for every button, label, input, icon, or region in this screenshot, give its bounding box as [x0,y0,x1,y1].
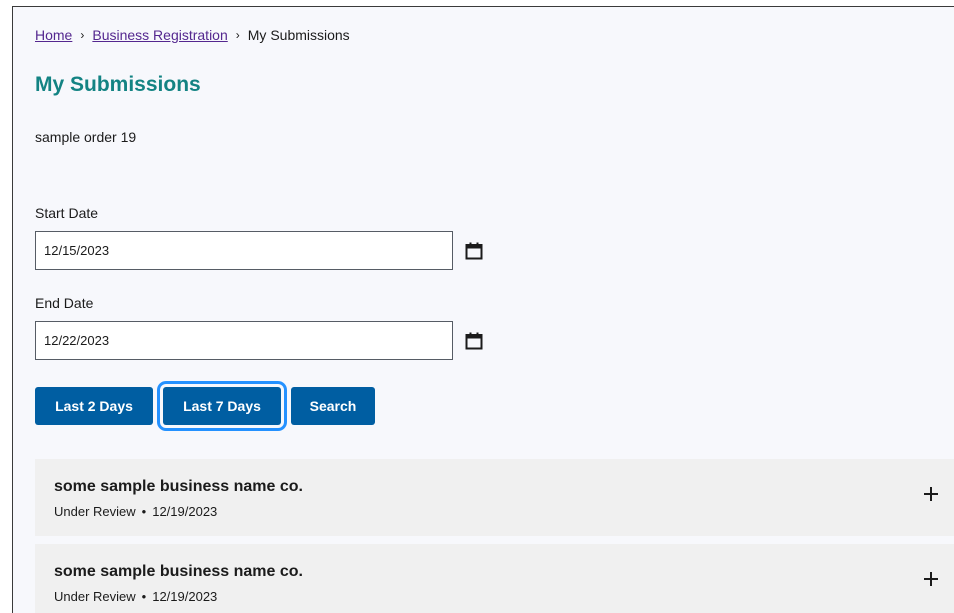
last-7-days-button[interactable]: Last 7 Days [157,381,287,431]
submission-status: Under Review [54,589,136,604]
submission-status: Under Review [54,504,136,519]
start-date-label: Start Date [35,205,99,221]
submission-date: 12/19/2023 [152,589,218,604]
breadcrumb-business-registration-link[interactable]: Business Registration [92,27,227,43]
last-2-days-button[interactable]: Last 2 Days [35,387,153,425]
page-title: My Submissions [35,73,201,96]
plus-icon[interactable] [922,570,940,588]
calendar-icon[interactable] [465,242,483,260]
plus-icon[interactable] [922,485,940,503]
calendar-icon[interactable] [465,332,483,350]
breadcrumb-home-link[interactable]: Home [35,27,72,43]
search-button[interactable]: Search [291,387,375,425]
breadcrumb-separator: › [235,28,240,42]
meta-separator: • [141,589,147,604]
submission-meta: Under Review • 12/19/2023 [54,589,217,604]
end-date-label: End Date [35,295,94,311]
submission-meta: Under Review • 12/19/2023 [54,504,217,519]
submission-business-name: some sample business name co. [54,478,303,495]
breadcrumb-separator: › [80,28,85,42]
breadcrumb-current: My Submissions [247,27,350,43]
submission-accordion-item[interactable]: some sample business name co. Under Revi… [35,459,954,536]
breadcrumb: Home › Business Registration › My Submis… [35,27,350,43]
submission-accordion-item[interactable]: some sample business name co. Under Revi… [35,544,954,613]
start-date-input[interactable] [35,231,453,270]
page-frame: Home › Business Registration › My Submis… [12,6,954,613]
submission-date: 12/19/2023 [152,504,218,519]
end-date-input[interactable] [35,321,453,360]
page-subtitle: sample order 19 [35,129,137,145]
meta-separator: • [141,504,147,519]
submission-business-name: some sample business name co. [54,563,303,580]
